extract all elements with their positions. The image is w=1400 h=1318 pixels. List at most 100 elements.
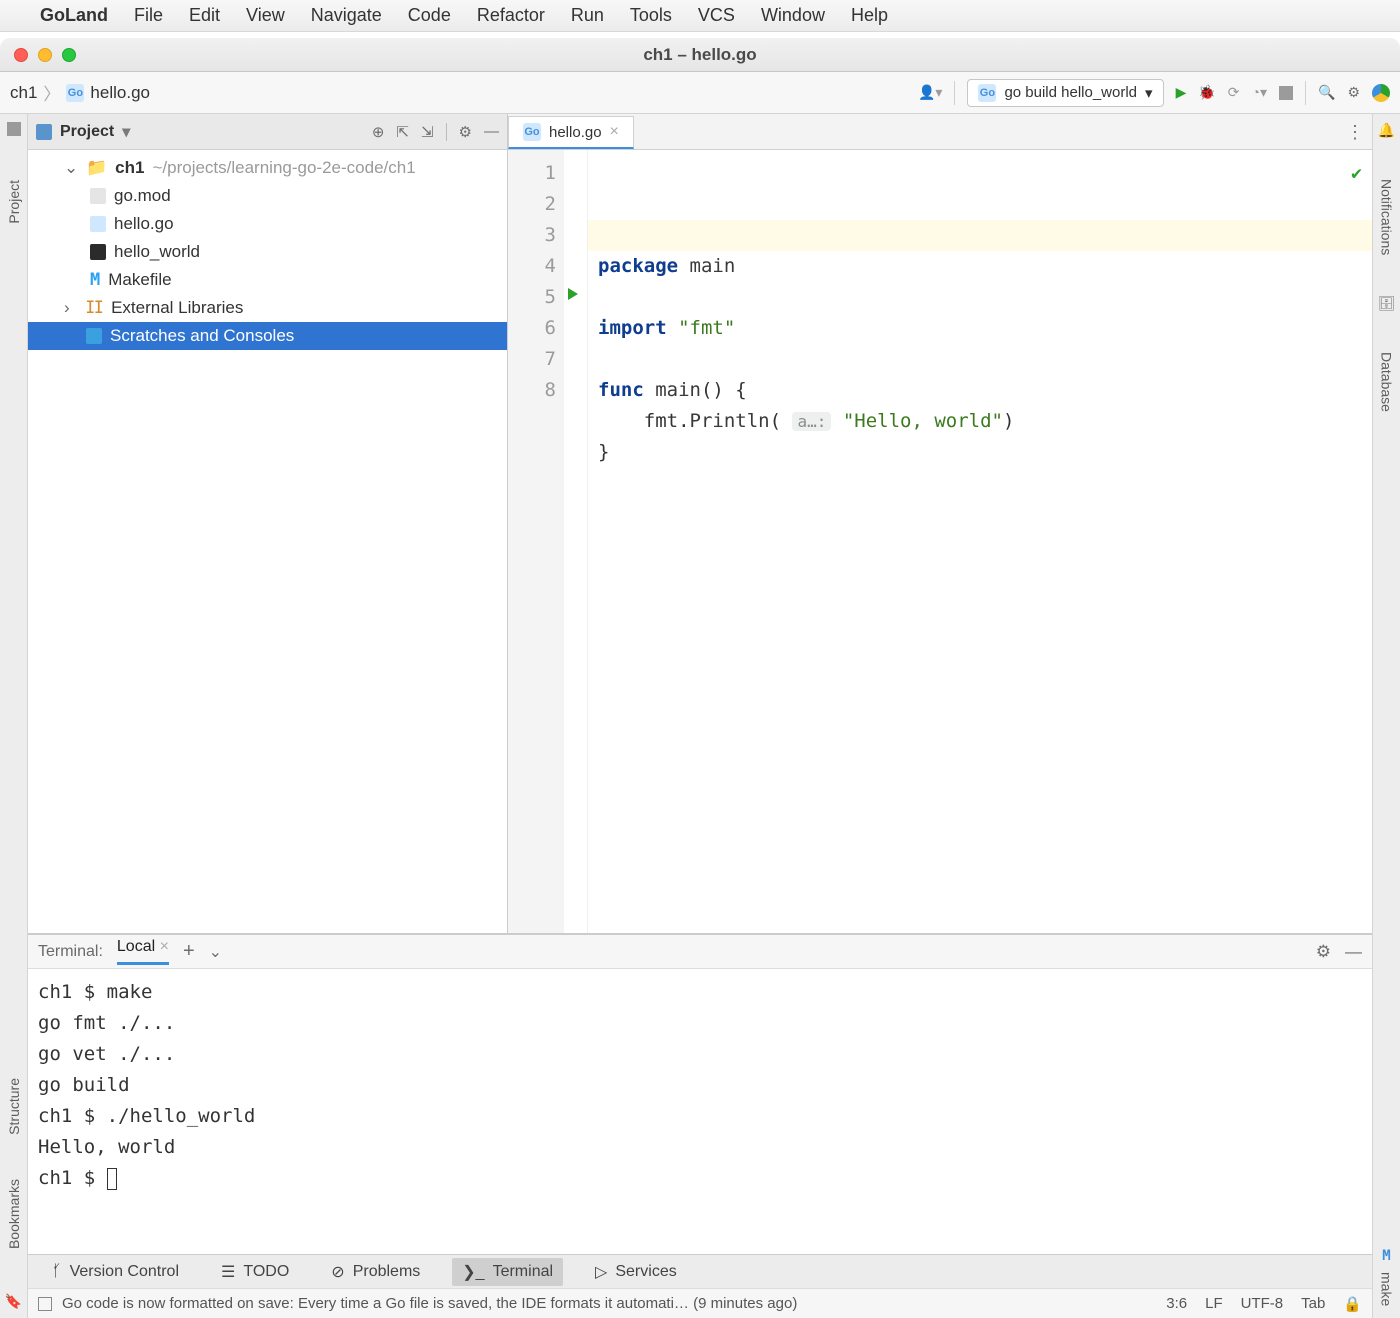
go-file-icon: Go	[523, 123, 541, 141]
breadcrumb[interactable]: ch1 〉 Go hello.go	[10, 80, 150, 105]
go-file-icon: Go	[66, 84, 84, 102]
go-file-icon	[90, 216, 106, 232]
menu-navigate[interactable]: Navigate	[311, 5, 382, 26]
library-icon: ⵊⵊ	[86, 298, 103, 318]
sidebar-notifications[interactable]: Notifications	[1379, 179, 1395, 255]
code-editor[interactable]: 12345678 ✔ package main import "fmt" fun…	[508, 150, 1372, 933]
current-line-highlight	[588, 220, 1372, 251]
status-line-separator[interactable]: LF	[1205, 1295, 1223, 1312]
project-tree[interactable]: ⌄ 📁 ch1 ~/projects/learning-go-2e-code/c…	[28, 150, 507, 933]
terminal-settings-icon[interactable]: ⚙	[1316, 942, 1331, 962]
tree-external-libraries[interactable]: › ⵊⵊ External Libraries	[28, 294, 507, 322]
sidebar-database[interactable]: Database	[1379, 352, 1395, 412]
editor-tab-hello-go[interactable]: Go hello.go ×	[508, 116, 634, 149]
run-gutter[interactable]	[564, 150, 588, 933]
menu-code[interactable]: Code	[408, 5, 451, 26]
menu-run[interactable]: Run	[571, 5, 604, 26]
scratch-icon	[86, 328, 102, 344]
status-encoding[interactable]: UTF-8	[1241, 1295, 1284, 1312]
tree-root[interactable]: ⌄ 📁 ch1 ~/projects/learning-go-2e-code/c…	[28, 154, 507, 182]
menu-tools[interactable]: Tools	[630, 5, 672, 26]
status-message[interactable]: Go code is now formatted on save: Every …	[62, 1295, 797, 1312]
text-file-icon	[90, 188, 106, 204]
status-toolwindow-icon[interactable]	[38, 1297, 52, 1311]
tree-root-path: ~/projects/learning-go-2e-code/ch1	[152, 158, 415, 178]
editor-tabs[interactable]: Go hello.go × ⋮	[508, 114, 1372, 150]
expand-all-icon[interactable]: ⇱	[396, 123, 409, 141]
hide-terminal-icon[interactable]: —	[1345, 942, 1362, 962]
profile-icon[interactable]: ◔▾	[1252, 84, 1267, 101]
line-number-gutter: 12345678	[508, 150, 564, 933]
terminal-panel: Terminal: Local × + ⌄ ⚙ — ch1 $ make go …	[28, 934, 1372, 1254]
tool-problems[interactable]: ⊘Problems	[321, 1258, 430, 1286]
terminal-title: Terminal:	[38, 943, 103, 961]
close-tab-icon[interactable]: ×	[610, 123, 619, 141]
status-caret-position[interactable]: 3:6	[1166, 1295, 1187, 1312]
editor-area: Go hello.go × ⋮ 12345678 ✔ package main …	[508, 114, 1372, 933]
collapse-all-icon[interactable]: ⇲	[421, 123, 434, 141]
menu-vcs[interactable]: VCS	[698, 5, 735, 26]
settings-icon[interactable]: ⚙	[459, 123, 472, 141]
hide-panel-icon[interactable]: —	[484, 123, 499, 140]
tool-todo[interactable]: ☰TODO	[211, 1258, 299, 1286]
tree-file-binary[interactable]: hello_world	[28, 238, 507, 266]
tool-terminal[interactable]: ❯_Terminal	[452, 1258, 563, 1286]
right-toolstrip: 🔔 Notifications 🗄 Database	[1372, 114, 1400, 1248]
breadcrumb-file[interactable]: hello.go	[90, 83, 150, 103]
menu-help[interactable]: Help	[851, 5, 888, 26]
locate-icon[interactable]: ⊕	[372, 123, 385, 141]
status-indent[interactable]: Tab	[1301, 1295, 1325, 1312]
stop-button[interactable]	[1279, 86, 1293, 100]
run-config-label: go build hello_world	[1004, 84, 1137, 101]
binary-file-icon	[90, 244, 106, 260]
readonly-lock-icon[interactable]: 🔒	[1343, 1295, 1362, 1313]
window-titlebar: ch1 – hello.go	[0, 38, 1400, 72]
sidebar-project[interactable]: Project	[6, 180, 22, 224]
menu-window[interactable]: Window	[761, 5, 825, 26]
app-name[interactable]: GoLand	[40, 5, 108, 26]
tree-scratches[interactable]: Scratches and Consoles	[28, 322, 507, 350]
chevron-down-icon[interactable]: ⌄	[64, 158, 78, 178]
chevron-down-icon[interactable]: ▾	[122, 122, 130, 142]
breadcrumb-root[interactable]: ch1	[10, 83, 37, 103]
tree-file-makefile[interactable]: M Makefile	[28, 266, 507, 294]
notifications-bell-icon[interactable]: 🔔	[1378, 122, 1395, 139]
tool-services[interactable]: ▷Services	[585, 1258, 687, 1286]
menu-edit[interactable]: Edit	[189, 5, 220, 26]
terminal-tab-local[interactable]: Local ×	[117, 938, 169, 965]
menu-file[interactable]: File	[134, 5, 163, 26]
terminal-dropdown-icon[interactable]: ⌄	[209, 942, 222, 962]
status-bar: Go code is now formatted on save: Every …	[28, 1288, 1372, 1318]
tool-version-control[interactable]: ᚶVersion Control	[42, 1259, 189, 1285]
terminal-icon: ❯_	[462, 1262, 484, 1282]
debug-button[interactable]: 🐞	[1198, 84, 1215, 101]
branch-icon: ᚶ	[52, 1263, 62, 1281]
run-button[interactable]: ▶	[1176, 84, 1187, 101]
chevron-right-icon[interactable]: ›	[64, 298, 78, 318]
run-configuration-selector[interactable]: Go go build hello_world ▾	[967, 79, 1163, 107]
sidebar-bookmarks[interactable]: Bookmarks	[6, 1179, 22, 1249]
toolwindow-bar: ᚶVersion Control ☰TODO ⊘Problems ❯_Termi…	[28, 1254, 1372, 1288]
go-run-icon: Go	[978, 84, 996, 102]
inspection-ok-icon[interactable]: ✔	[1351, 158, 1362, 189]
settings-icon[interactable]: ⚙	[1347, 84, 1360, 101]
editor-actions-icon[interactable]: ⋮	[1346, 122, 1364, 143]
database-icon[interactable]: 🗄	[1378, 295, 1396, 312]
code-with-me-icon[interactable]: 👤▾	[918, 84, 942, 101]
terminal-output[interactable]: ch1 $ make go fmt ./... go vet ./... go …	[28, 969, 1372, 1254]
coverage-icon[interactable]: ⟳	[1228, 84, 1240, 101]
tree-root-name: ch1	[115, 158, 144, 178]
run-gutter-icon[interactable]	[568, 288, 578, 300]
menu-refactor[interactable]: Refactor	[477, 5, 545, 26]
search-icon[interactable]: 🔍	[1318, 84, 1335, 101]
menu-view[interactable]: View	[246, 5, 285, 26]
sidebar-make[interactable]: make	[1379, 1272, 1395, 1306]
tree-file-label: Makefile	[108, 270, 171, 290]
project-panel: Project ▾ ⊕ ⇱ ⇲ ⚙ — ⌄ 📁	[28, 114, 508, 933]
jetbrains-toolbox-icon[interactable]	[1372, 84, 1390, 102]
tree-file-hello-go[interactable]: hello.go	[28, 210, 507, 238]
project-toolwindow-icon[interactable]	[7, 122, 21, 136]
sidebar-structure[interactable]: Structure	[6, 1078, 22, 1135]
tree-file-go-mod[interactable]: go.mod	[28, 182, 507, 210]
new-terminal-icon[interactable]: +	[183, 940, 195, 963]
